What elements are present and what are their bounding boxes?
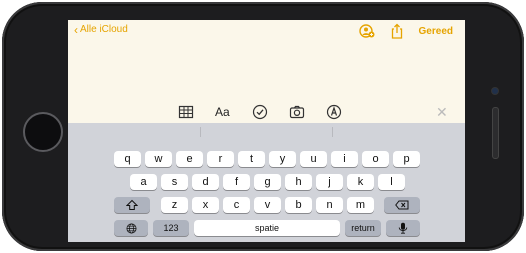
delete-key[interactable]: [384, 197, 420, 213]
numbers-key[interactable]: 123: [153, 220, 189, 236]
suggestion-divider: [332, 127, 333, 137]
camera-icon[interactable]: [289, 104, 305, 120]
home-button[interactable]: [23, 112, 63, 152]
shift-key[interactable]: [114, 197, 150, 213]
key-k[interactable]: k: [347, 174, 374, 190]
markup-icon[interactable]: [326, 104, 342, 120]
globe-key[interactable]: [114, 220, 148, 236]
key-y[interactable]: y: [269, 151, 296, 167]
keyboard: q w e r t y u i o p a s d f g h j k l z …: [68, 123, 465, 242]
key-u[interactable]: u: [300, 151, 327, 167]
navigation-bar: ‹ Alle iCloud Gereed: [68, 20, 465, 42]
key-b[interactable]: b: [285, 197, 312, 213]
back-button[interactable]: ‹ Alle iCloud: [74, 22, 128, 37]
space-key[interactable]: spatie: [194, 220, 340, 236]
formatting-toolbar: Aa ✕: [68, 101, 465, 123]
key-s[interactable]: s: [161, 174, 188, 190]
key-o[interactable]: o: [362, 151, 389, 167]
key-x[interactable]: x: [192, 197, 219, 213]
shift-icon: [126, 199, 138, 210]
key-a[interactable]: a: [130, 174, 157, 190]
key-j[interactable]: j: [316, 174, 343, 190]
collaborate-icon[interactable]: [358, 23, 375, 39]
delete-icon: [395, 200, 409, 210]
text-format-button[interactable]: Aa: [215, 104, 235, 120]
key-d[interactable]: d: [192, 174, 219, 190]
nav-actions: Gereed: [345, 23, 453, 39]
key-g[interactable]: g: [254, 174, 281, 190]
key-f[interactable]: f: [223, 174, 250, 190]
globe-icon: [126, 223, 136, 233]
front-camera: [492, 88, 498, 94]
key-e[interactable]: e: [176, 151, 203, 167]
key-m[interactable]: m: [347, 197, 374, 213]
done-button[interactable]: Gereed: [419, 26, 453, 37]
suggestion-divider: [200, 127, 201, 137]
key-t[interactable]: t: [238, 151, 265, 167]
table-icon[interactable]: [178, 104, 194, 120]
key-i[interactable]: i: [331, 151, 358, 167]
key-h[interactable]: h: [285, 174, 312, 190]
key-c[interactable]: c: [223, 197, 250, 213]
earpiece-speaker: [492, 107, 499, 159]
suggestion-bar: [68, 123, 465, 140]
checklist-icon[interactable]: [252, 104, 268, 120]
key-r[interactable]: r: [207, 151, 234, 167]
key-v[interactable]: v: [254, 197, 281, 213]
return-key[interactable]: return: [345, 220, 381, 236]
key-z[interactable]: z: [161, 197, 188, 213]
close-toolbar-button[interactable]: ✕: [436, 104, 452, 120]
chevron-left-icon: ‹: [74, 22, 78, 37]
key-p[interactable]: p: [393, 151, 420, 167]
dictation-key[interactable]: [386, 220, 420, 236]
key-n[interactable]: n: [316, 197, 343, 213]
microphone-icon: [398, 222, 408, 234]
share-icon[interactable]: [389, 23, 405, 39]
key-l[interactable]: l: [378, 174, 405, 190]
key-w[interactable]: w: [145, 151, 172, 167]
notes-screen: ‹ Alle iCloud Gereed Aa ✕ q w e r t y u …: [68, 20, 465, 242]
key-q[interactable]: q: [114, 151, 141, 167]
back-label: Alle iCloud: [80, 24, 128, 35]
